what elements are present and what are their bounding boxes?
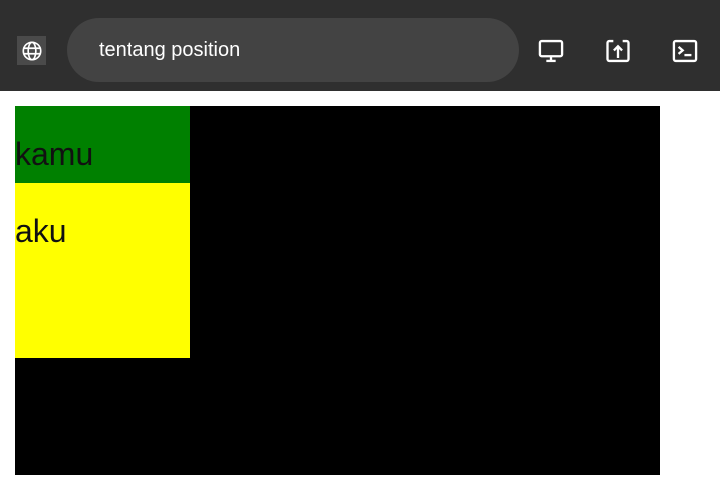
yellow-box: aku — [15, 183, 190, 358]
site-info-button[interactable] — [17, 36, 46, 65]
green-box-text: kamu — [15, 136, 94, 172]
terminal-button[interactable] — [670, 36, 700, 66]
yellow-box-text: aku — [15, 213, 67, 249]
address-bar[interactable]: tentang position — [67, 18, 519, 82]
terminal-icon — [672, 39, 698, 63]
desktop-icon — [538, 39, 564, 63]
open-in-new-button[interactable] — [603, 36, 633, 66]
globe-icon — [21, 40, 42, 61]
green-box: kamu — [15, 106, 190, 183]
open-in-new-icon — [606, 39, 630, 63]
browser-toolbar: tentang position — [0, 0, 720, 91]
address-text: tentang position — [99, 39, 241, 61]
desktop-mode-button[interactable] — [536, 36, 566, 66]
